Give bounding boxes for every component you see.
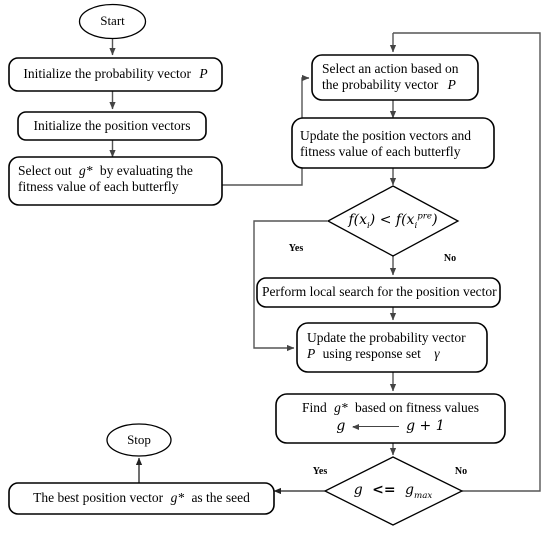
node-find-g-shape [275, 393, 506, 444]
node-update-prob-shape [296, 322, 488, 373]
flowchart-svg [8, 3, 541, 526]
node-local-search-shape [256, 277, 501, 308]
node-select-action-shape [311, 54, 479, 101]
node-decision-fitness-shape [326, 185, 460, 257]
node-update-pos-shape [291, 117, 495, 169]
node-start-shape [78, 3, 147, 40]
node-select-g-shape [8, 156, 223, 206]
node-init-prob-shape [8, 57, 223, 92]
flowchart-canvas: Start Initialize the probability vector … [0, 0, 550, 536]
node-init-pos-shape [17, 111, 207, 141]
node-best-seed-shape [8, 482, 275, 515]
node-stop-shape [106, 423, 172, 457]
node-decision-gmax-shape [323, 456, 464, 526]
